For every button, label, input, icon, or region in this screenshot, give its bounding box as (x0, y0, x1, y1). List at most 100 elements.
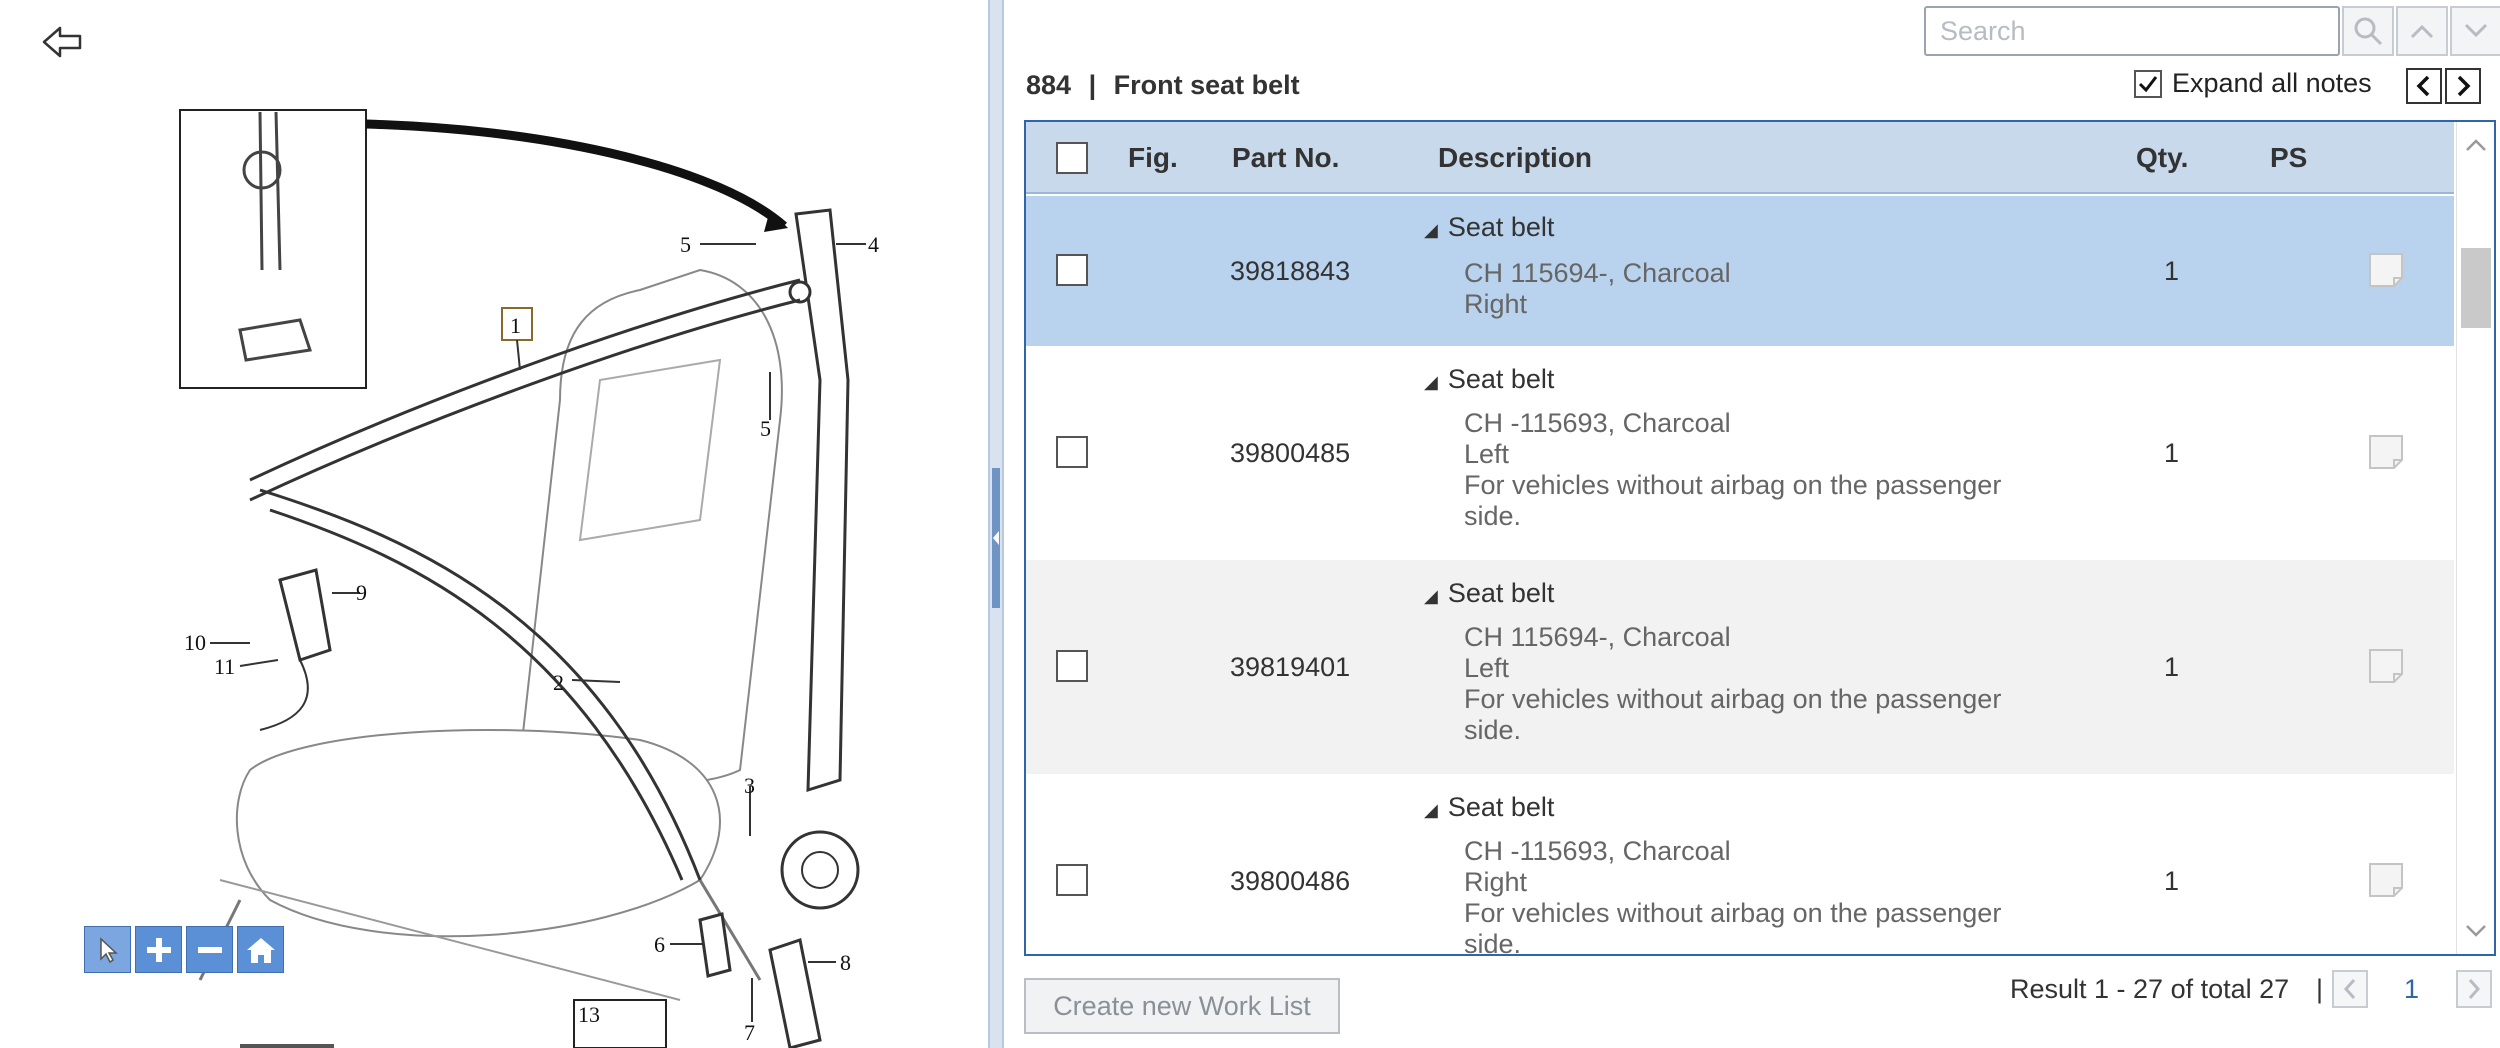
column-header-ps[interactable]: PS (2270, 142, 2307, 174)
expand-all-notes-checkbox[interactable] (2134, 69, 2162, 98)
scrollbar-thumb[interactable] (2461, 248, 2491, 328)
callout-1: 1 (510, 313, 521, 338)
callout-4: 4 (868, 232, 879, 257)
callout-10: 10 (184, 630, 206, 655)
row-checkbox[interactable] (1056, 650, 1088, 682)
create-work-list-button[interactable]: Create new Work List (1024, 978, 1340, 1034)
quantity: 1 (2164, 256, 2180, 286)
description-details: CH 115694-, Charcoal Left For vehicles w… (1464, 622, 2001, 746)
title-separator: | (1088, 70, 1097, 100)
table-row[interactable]: 39819401 ◢ Seat belt CH 115694-, Charcoal… (1026, 560, 2454, 774)
next-group-button[interactable] (2445, 68, 2481, 104)
pane-splitter[interactable] (988, 0, 1004, 1048)
callout-7: 7 (744, 1020, 755, 1045)
next-page-button[interactable] (2456, 970, 2492, 1008)
expand-all-notes-label: Expand all notes (2172, 68, 2372, 98)
scroll-down-button[interactable] (2457, 912, 2494, 950)
zoom-toolbar (84, 926, 284, 973)
table-scrollbar[interactable] (2456, 122, 2494, 954)
back-arrow-icon (42, 26, 82, 58)
description-line: For vehicles without airbag on the passe… (1464, 470, 2002, 500)
description-title[interactable]: ◢ Seat belt (1424, 212, 1554, 243)
callout-5b: 5 (760, 416, 771, 441)
callout-11: 11 (214, 654, 235, 679)
description-details: CH -115693, Charcoal Right For vehicles … (1464, 836, 2002, 954)
seat-belt-illustration[interactable]: 1 2 3 4 5 5 6 7 8 9 10 11 13 (0, 0, 988, 1048)
description-line: For vehicles without airbag on the passe… (1464, 898, 2002, 928)
chevron-left-icon (2343, 979, 2356, 999)
minus-icon (197, 946, 222, 953)
description-line: Left (1464, 439, 1510, 469)
chevron-down-icon (2464, 23, 2488, 38)
description-details: CH 115694-, Charcoal Right (1464, 258, 1731, 320)
table-row[interactable]: 39800486 ◢ Seat belt CH -115693, Charcoal… (1026, 774, 2454, 954)
quantity: 1 (2164, 866, 2180, 896)
description-line: Left (1464, 653, 1510, 683)
select-tool-button[interactable] (84, 926, 131, 973)
note-icon[interactable] (2368, 862, 2404, 898)
description-line: side. (1464, 501, 1522, 531)
illustration-pane: 1 2 3 4 5 5 6 7 8 9 10 11 13 (0, 0, 988, 1048)
current-page[interactable]: 1 (2404, 974, 2419, 1005)
part-number: 39819401 (1230, 652, 1351, 682)
note-icon[interactable] (2368, 648, 2404, 684)
chevron-up-icon (2466, 139, 2486, 151)
group-number: 884 (1026, 70, 1072, 100)
zoom-home-button[interactable] (237, 926, 284, 973)
previous-group-button[interactable] (2406, 68, 2442, 104)
table-row[interactable]: 39818843 ◢ Seat belt CH 115694-, Charcoal… (1026, 196, 2454, 346)
page-title: 884 | Front seat belt (1026, 70, 1300, 101)
expand-all-notes-toggle[interactable]: Expand all notes (2134, 68, 2372, 99)
group-name: Front seat belt (1113, 70, 1300, 100)
description-line: side. (1464, 715, 1522, 745)
callout-5a: 5 (680, 232, 691, 257)
column-header-qty[interactable]: Qty. (2136, 142, 2188, 174)
scroll-up-button[interactable] (2457, 126, 2494, 164)
row-checkbox[interactable] (1056, 436, 1088, 468)
row-checkbox[interactable] (1056, 254, 1088, 286)
callout-6: 6 (654, 932, 665, 957)
zoom-out-button[interactable] (186, 926, 233, 973)
note-icon[interactable] (2368, 434, 2404, 470)
collapse-pane-handle[interactable] (992, 468, 1000, 608)
previous-page-button[interactable] (2332, 970, 2368, 1008)
description-line: CH -115693, Charcoal (1464, 408, 1731, 438)
part-number: 39800486 (1230, 866, 1351, 896)
chevron-left-icon (993, 531, 999, 545)
parts-list-pane: 884 | Front seat belt Expand all notes F… (1004, 0, 2500, 1048)
description-title-text: Seat belt (1447, 212, 1555, 242)
search-bar (1924, 6, 2500, 56)
callout-13: 13 (578, 1002, 600, 1027)
callout-8: 8 (840, 950, 851, 975)
description-title[interactable]: ◢ Seat belt (1424, 792, 1554, 823)
column-header-fig[interactable]: Fig. (1128, 142, 1178, 174)
chevron-up-icon (2410, 24, 2434, 39)
back-button[interactable] (40, 22, 86, 62)
collapse-triangle-icon: ◢ (1424, 800, 1438, 820)
description-line: For vehicles without airbag on the passe… (1464, 684, 2002, 714)
column-header-description[interactable]: Description (1438, 142, 1592, 174)
select-all-checkbox[interactable] (1056, 142, 1088, 174)
search-previous-button[interactable] (2396, 6, 2448, 56)
note-icon[interactable] (2368, 252, 2404, 288)
column-header-part-no[interactable]: Part No. (1232, 142, 1339, 174)
description-title[interactable]: ◢ Seat belt (1424, 578, 1554, 609)
part-number: 39800485 (1230, 438, 1351, 468)
search-button[interactable] (2342, 6, 2394, 56)
collapse-triangle-icon: ◢ (1424, 586, 1438, 606)
zoom-in-button[interactable] (135, 926, 182, 973)
description-title-text: Seat belt (1447, 364, 1555, 394)
row-checkbox[interactable] (1056, 864, 1088, 896)
chevron-down-icon (2466, 925, 2486, 937)
part-number: 39818843 (1230, 256, 1351, 286)
chevron-left-icon (2416, 75, 2430, 97)
checkmark-icon (2138, 75, 2158, 92)
description-title[interactable]: ◢ Seat belt (1424, 364, 1554, 395)
description-line: CH -115693, Charcoal (1464, 836, 1731, 866)
description-title-text: Seat belt (1447, 792, 1555, 822)
table-row[interactable]: 39800485 ◢ Seat belt CH -115693, Charcoal… (1026, 346, 2454, 560)
search-input[interactable] (1924, 6, 2340, 56)
search-next-button[interactable] (2450, 6, 2500, 56)
parts-table: Fig. Part No. Description Qty. PS 398188… (1024, 120, 2496, 956)
plus-icon (146, 937, 171, 962)
